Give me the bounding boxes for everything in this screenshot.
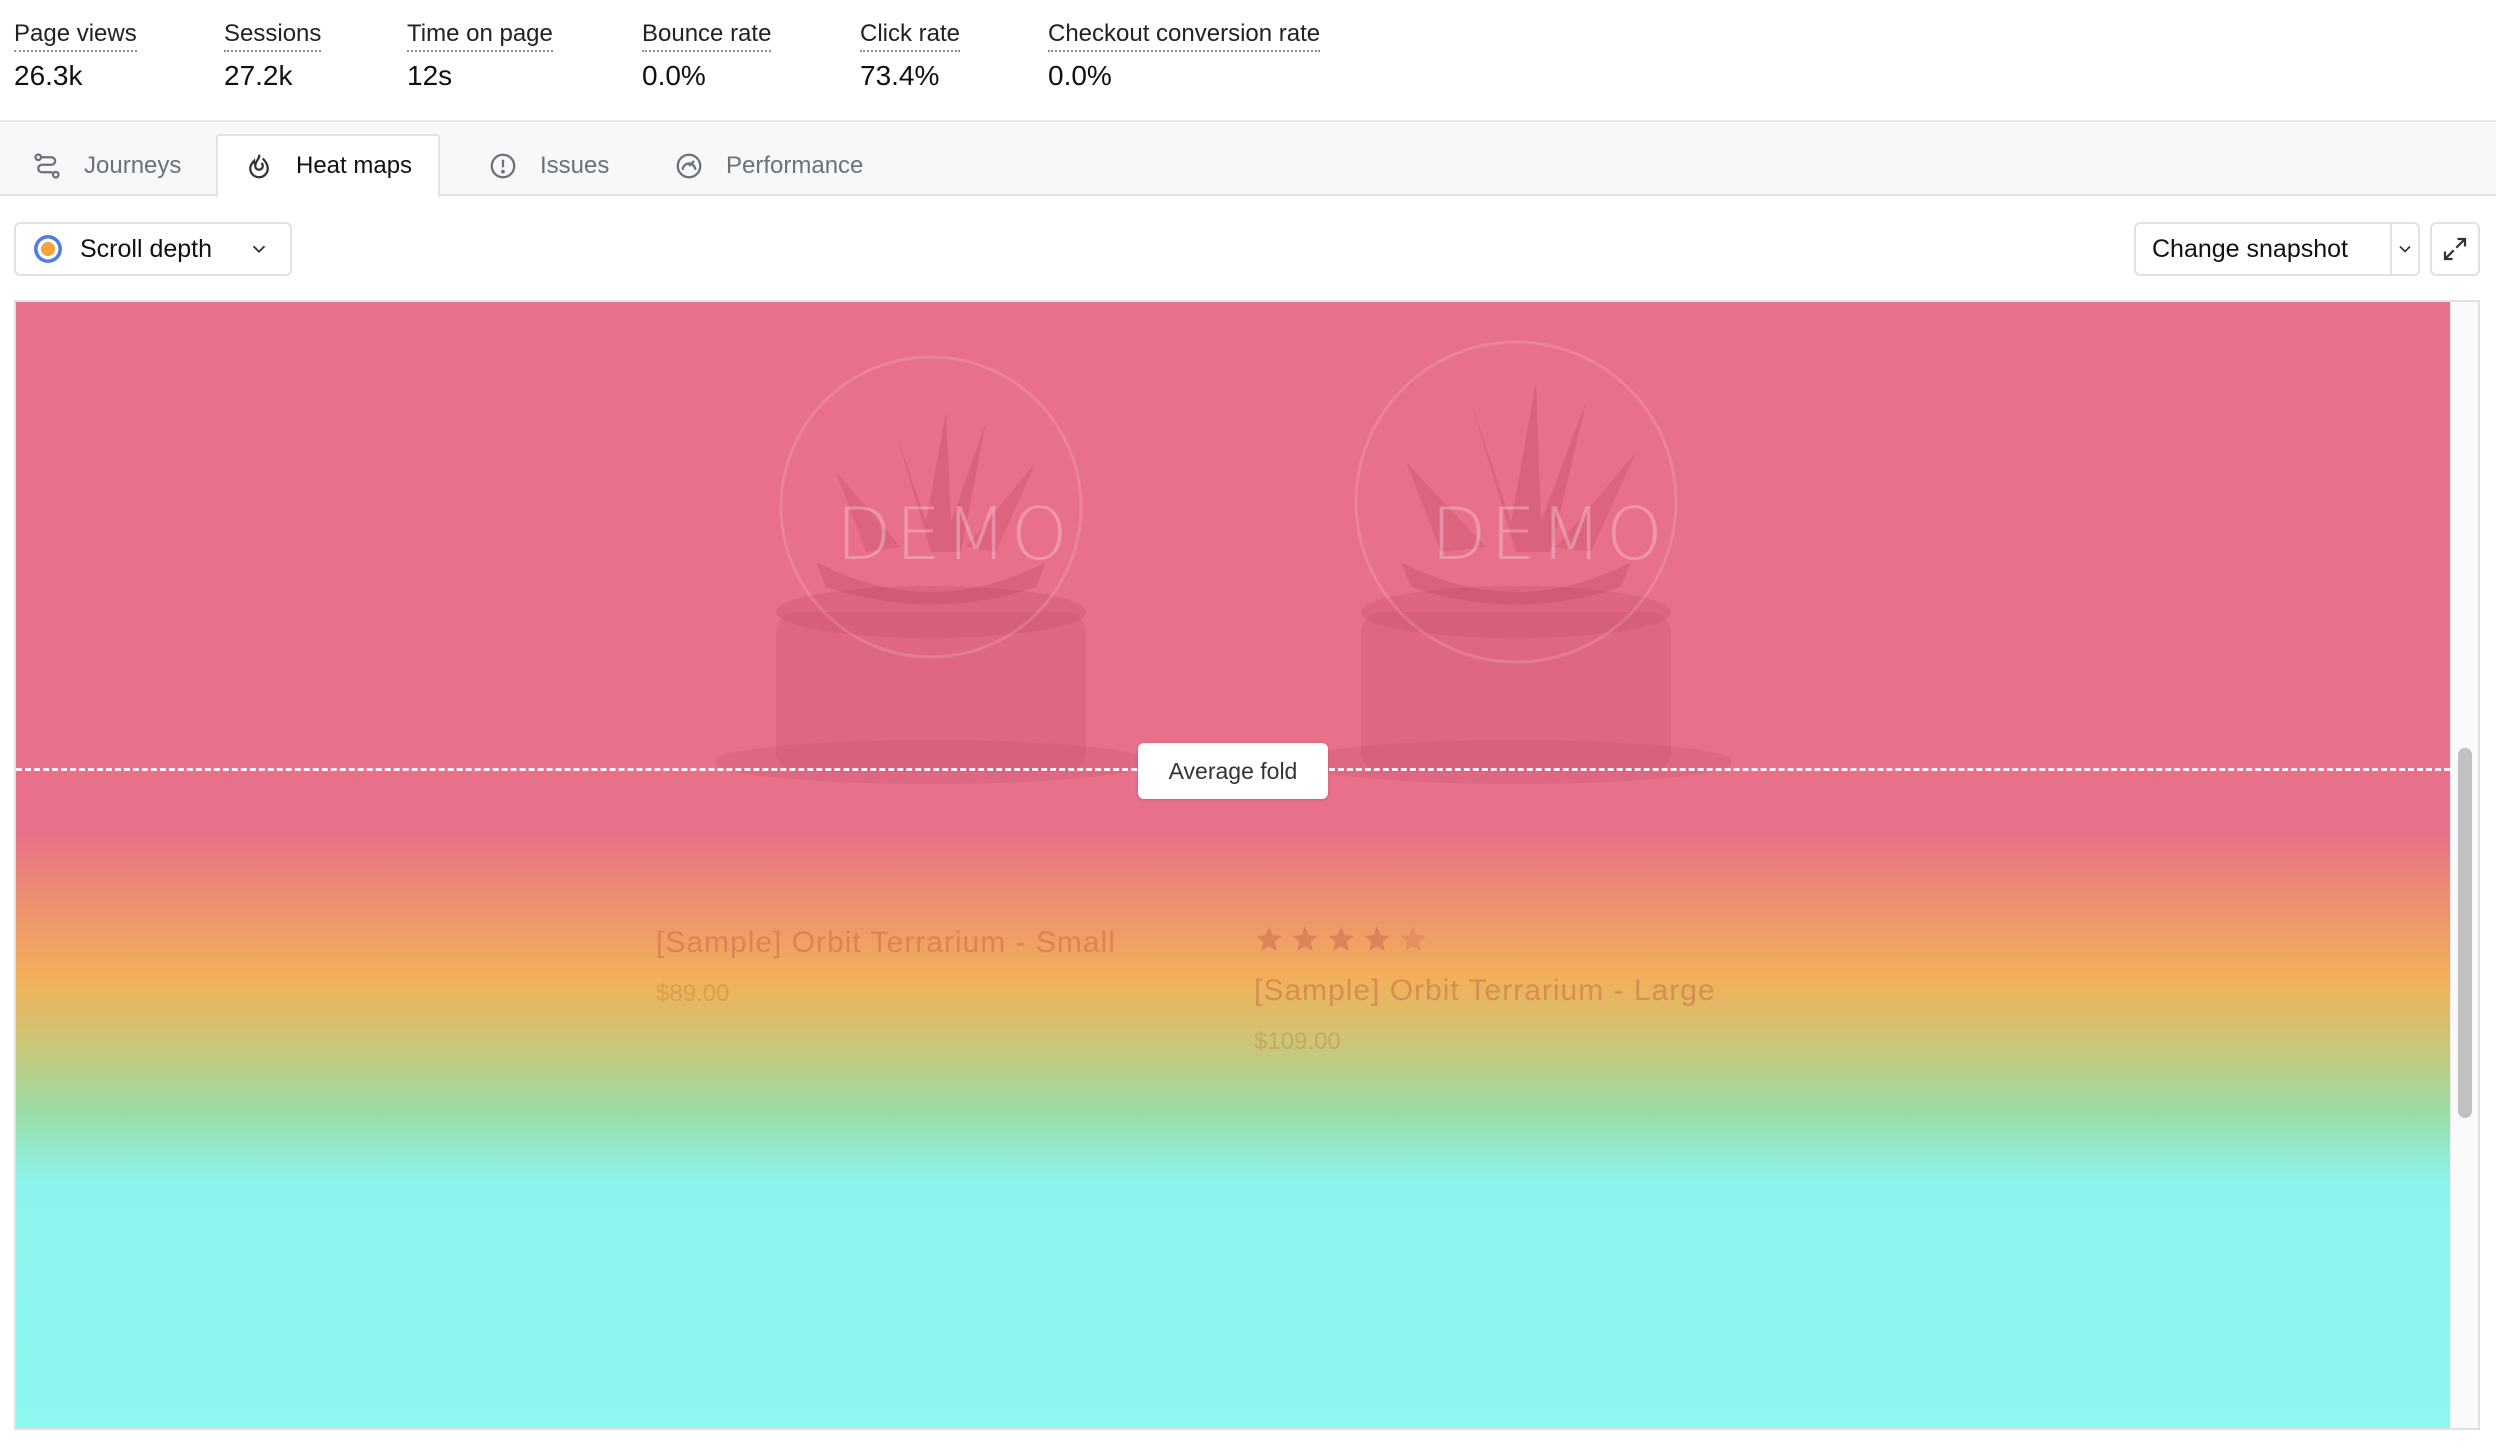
metric-value: 73.4% (860, 60, 940, 91)
metric-value: 27.2k (224, 60, 293, 91)
product-title: [Sample] Orbit Terrarium - Large (1254, 974, 1716, 1007)
chevron-down-icon (252, 245, 266, 254)
heatmap-viewport[interactable]: DEMO DEMO Average fold [Sample] Orbit Te… (14, 300, 2480, 1430)
average-fold-label: Average fold (1138, 743, 1328, 799)
tab-label: Issues (540, 152, 610, 179)
metric-label[interactable]: Sessions (224, 18, 322, 52)
metric-checkout-conversion-rate: Checkout conversion rate 0.0% (1048, 18, 1321, 94)
metric-value: 0.0% (1048, 60, 1112, 91)
scroll-depth-overlay (16, 302, 2450, 1428)
product-title: [Sample] Orbit Terrarium - Small (656, 926, 1116, 959)
scrollbar-thumb[interactable] (2458, 748, 2472, 1118)
metric-label[interactable]: Time on page (407, 18, 553, 52)
metric-label[interactable]: Page views (14, 18, 137, 52)
tab-bar: Journeys Heat maps Issues Performance (0, 122, 2496, 198)
star-icon (1292, 926, 1318, 951)
product-rating (1254, 924, 1428, 954)
metric-page-views: Page views 26.3k (14, 18, 137, 94)
alert-circle-icon (490, 153, 516, 179)
tab-performance[interactable]: Performance (648, 134, 889, 198)
metric-label[interactable]: Checkout conversion rate (1048, 18, 1321, 52)
metric-label[interactable]: Click rate (860, 18, 961, 52)
snapshot-dropdown-toggle[interactable] (2390, 222, 2420, 276)
metrics-bar: Page views 26.3k Sessions 27.2k Time on … (0, 0, 2496, 122)
star-icon (1256, 926, 1282, 951)
tab-journeys[interactable]: Journeys (6, 134, 207, 198)
metric-time-on-page: Time on page 12s (407, 18, 553, 94)
tab-label: Heat maps (296, 152, 413, 179)
scroll-depth-label: Scroll depth (80, 234, 213, 263)
star-icon (1364, 926, 1390, 951)
tab-heat-maps[interactable]: Heat maps (216, 134, 441, 198)
flame-icon (249, 154, 269, 179)
metric-label[interactable]: Bounce rate (642, 18, 772, 52)
expand-icon (2443, 237, 2467, 261)
gauge-icon (676, 153, 702, 179)
product-price: $89.00 (656, 980, 730, 1007)
demo-watermark: DEMO (836, 492, 1072, 576)
journeys-icon (34, 153, 60, 179)
change-snapshot-label: Change snapshot (2152, 234, 2348, 263)
metric-value: 0.0% (642, 60, 706, 91)
tab-label: Performance (726, 152, 864, 179)
product-price: $109.00 (1254, 1028, 1341, 1055)
fullscreen-button[interactable] (2430, 222, 2480, 276)
change-snapshot-button[interactable]: Change snapshot (2134, 222, 2420, 276)
metric-value: 12s (407, 60, 453, 91)
scroll-depth-icon (34, 235, 62, 263)
metric-bounce-rate: Bounce rate 0.0% (642, 18, 772, 94)
metric-value: 26.3k (14, 60, 83, 91)
metric-click-rate: Click rate 73.4% (860, 18, 961, 94)
star-empty-icon (1400, 926, 1426, 951)
chevron-down-icon (2399, 245, 2411, 253)
demo-watermark: DEMO (1431, 492, 1667, 576)
metric-sessions: Sessions 27.2k (224, 18, 322, 94)
tab-label: Journeys (84, 152, 182, 179)
tab-issues[interactable]: Issues (462, 134, 635, 198)
scroll-depth-select[interactable]: Scroll depth (14, 222, 292, 276)
star-icon (1328, 926, 1354, 951)
